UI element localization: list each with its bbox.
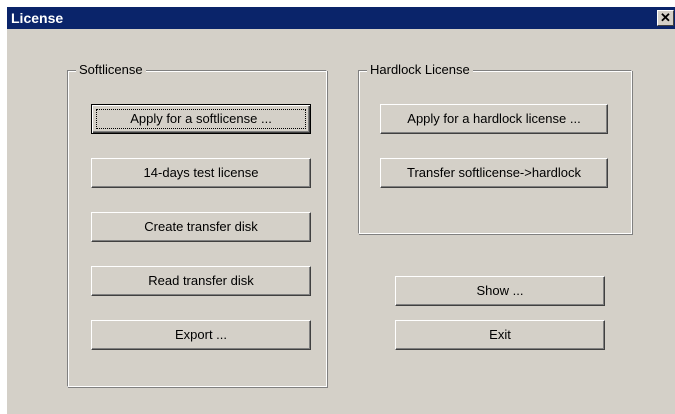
hardlock-group: Hardlock License [358, 62, 632, 234]
softlicense-group-label: Softlicense [76, 62, 146, 78]
hardlock-group-label: Hardlock License [367, 62, 473, 78]
read-transfer-disk-label: Read transfer disk [148, 273, 254, 288]
create-transfer-disk-button[interactable]: Create transfer disk [91, 212, 311, 242]
license-dialog: License ✕ Softlicense Apply for a softli… [6, 6, 675, 414]
exit-label: Exit [489, 327, 511, 342]
test-license-button[interactable]: 14-days test license [91, 158, 311, 188]
test-license-label: 14-days test license [143, 165, 259, 180]
create-transfer-disk-label: Create transfer disk [144, 219, 258, 234]
window-title: License [11, 10, 64, 26]
transfer-to-hardlock-label: Transfer softlicense->hardlock [406, 165, 581, 180]
show-label: Show ... [476, 283, 524, 298]
close-button[interactable]: ✕ [657, 10, 674, 26]
export-button[interactable]: Export ... [91, 320, 311, 350]
apply-hardlock-button[interactable]: Apply for a hardlock license ... [380, 104, 608, 134]
title-bar[interactable]: License ✕ [7, 7, 675, 29]
show-button[interactable]: Show ... [395, 276, 605, 306]
exit-button[interactable]: Exit [395, 320, 605, 350]
apply-hardlock-label: Apply for a hardlock license ... [407, 111, 581, 126]
transfer-to-hardlock-button[interactable]: Transfer softlicense->hardlock [380, 158, 608, 188]
close-icon: ✕ [660, 10, 671, 25]
export-label: Export ... [174, 327, 228, 342]
apply-softlicense-button[interactable]: Apply for a softlicense ... [91, 104, 311, 134]
read-transfer-disk-button[interactable]: Read transfer disk [91, 266, 311, 296]
apply-softlicense-label: Apply for a softlicense ... [130, 111, 272, 126]
